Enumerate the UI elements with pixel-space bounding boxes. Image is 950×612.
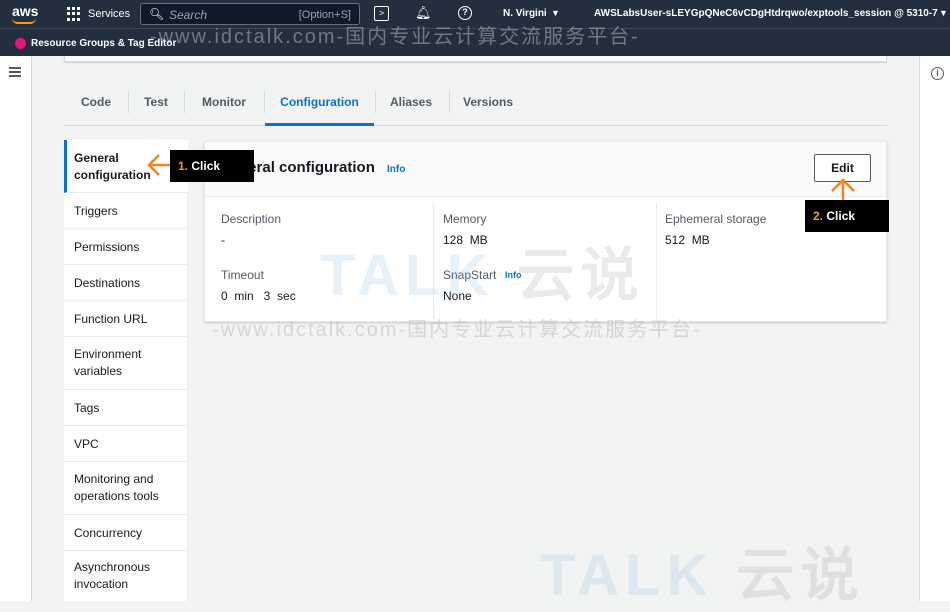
function-overview-card-edge xyxy=(64,56,887,62)
memory-label: Memory xyxy=(443,212,487,226)
caret-down-icon[interactable]: ▼ xyxy=(551,8,560,18)
step-2-callout: 2. Click xyxy=(805,200,889,232)
bell-icon[interactable]: 🔔︎ xyxy=(415,5,432,21)
timeout-value: 0 min 3 sec xyxy=(221,289,296,303)
sidenav-item-permissions[interactable]: Permissions xyxy=(64,229,188,265)
column-divider xyxy=(656,202,657,319)
step-1-number: 1. xyxy=(178,159,189,173)
description-label: Description xyxy=(221,212,282,226)
arrow-up-icon xyxy=(831,178,855,202)
cloudshell-icon[interactable]: > xyxy=(374,6,389,21)
info-panel-icon[interactable]: i xyxy=(931,67,944,80)
step-1-text: Click xyxy=(191,159,221,173)
sidenav-item-destinations[interactable]: Destinations xyxy=(64,265,188,301)
tab-aliases[interactable]: Aliases xyxy=(382,86,440,126)
tab-monitor[interactable]: Monitor xyxy=(194,86,254,126)
aws-smile-icon xyxy=(12,18,36,24)
right-rail: i xyxy=(919,56,950,601)
timeout-label: Timeout xyxy=(221,268,264,282)
aws-logo[interactable]: aws xyxy=(12,3,38,19)
sidenav-item-vpc[interactable]: VPC xyxy=(64,426,188,462)
info-link[interactable]: Info xyxy=(387,164,405,175)
watermark-logo-text: TALK xyxy=(320,243,495,308)
region-selector[interactable]: N. Virgini xyxy=(503,8,547,19)
tab-code[interactable]: Code xyxy=(74,86,118,126)
watermark-logo-cn: 云说 xyxy=(516,243,645,308)
watermark-logo: TALK 云说 xyxy=(540,528,864,612)
help-icon[interactable]: ? xyxy=(458,6,472,20)
watermark-logo: TALK 云说 xyxy=(320,228,644,312)
function-tabs: Code Test Monitor Configuration Aliases … xyxy=(64,86,887,126)
services-menu[interactable]: Services xyxy=(88,8,130,20)
ephemeral-storage-label: Ephemeral storage xyxy=(665,212,767,226)
left-rail xyxy=(0,56,32,601)
search-icon: 🔍︎ xyxy=(149,7,165,21)
caret-down-icon[interactable]: ▼ xyxy=(939,8,948,18)
ephemeral-storage-value: 512 MB xyxy=(665,233,710,247)
sidenav-item-asynchronous-invocation[interactable]: Asynchronous invocation xyxy=(64,551,188,601)
arrow-left-icon xyxy=(147,154,171,176)
services-grid-icon[interactable] xyxy=(67,7,81,21)
tab-test[interactable]: Test xyxy=(138,86,174,126)
resource-groups-icon xyxy=(15,38,26,49)
tab-divider xyxy=(449,91,450,113)
tab-divider xyxy=(184,91,185,113)
tab-configuration[interactable]: Configuration xyxy=(265,86,374,126)
sidenav-item-environment-variables[interactable]: Environment variables xyxy=(64,337,188,390)
step-2-number: 2. xyxy=(813,209,824,223)
sidenav-item-function-url[interactable]: Function URL xyxy=(64,301,188,337)
tab-versions[interactable]: Versions xyxy=(456,86,520,126)
sidenav-item-triggers[interactable]: Triggers xyxy=(64,193,188,229)
watermark-url: -www.idctalk.com-国内专业云计算交流服务平台- xyxy=(150,26,640,48)
watermark-logo-cn: 云说 xyxy=(736,543,865,608)
watermark-logo-text: TALK xyxy=(540,543,715,608)
step-1-callout: 1. Click xyxy=(170,150,254,182)
step-2-text: Click xyxy=(826,209,856,223)
sidenav-item-concurrency[interactable]: Concurrency xyxy=(64,515,188,551)
description-value: - xyxy=(221,233,225,247)
tab-divider xyxy=(375,91,376,113)
watermark-url: -www.idctalk.com-国内专业云计算交流服务平台- xyxy=(212,319,702,341)
configuration-sidenav: General configuration Triggers Permissio… xyxy=(64,140,188,601)
account-menu[interactable]: AWSLabsUser-sLEYGpQNeC6vCDgHtdrqwo/expto… xyxy=(594,8,938,19)
hamburger-menu-icon[interactable] xyxy=(9,67,21,77)
sidenav-item-tags[interactable]: Tags xyxy=(64,390,188,426)
card-header: General configuration Info Edit xyxy=(205,142,886,197)
tab-divider xyxy=(128,91,129,113)
sidenav-item-monitoring-tools[interactable]: Monitoring and operations tools xyxy=(64,462,188,515)
